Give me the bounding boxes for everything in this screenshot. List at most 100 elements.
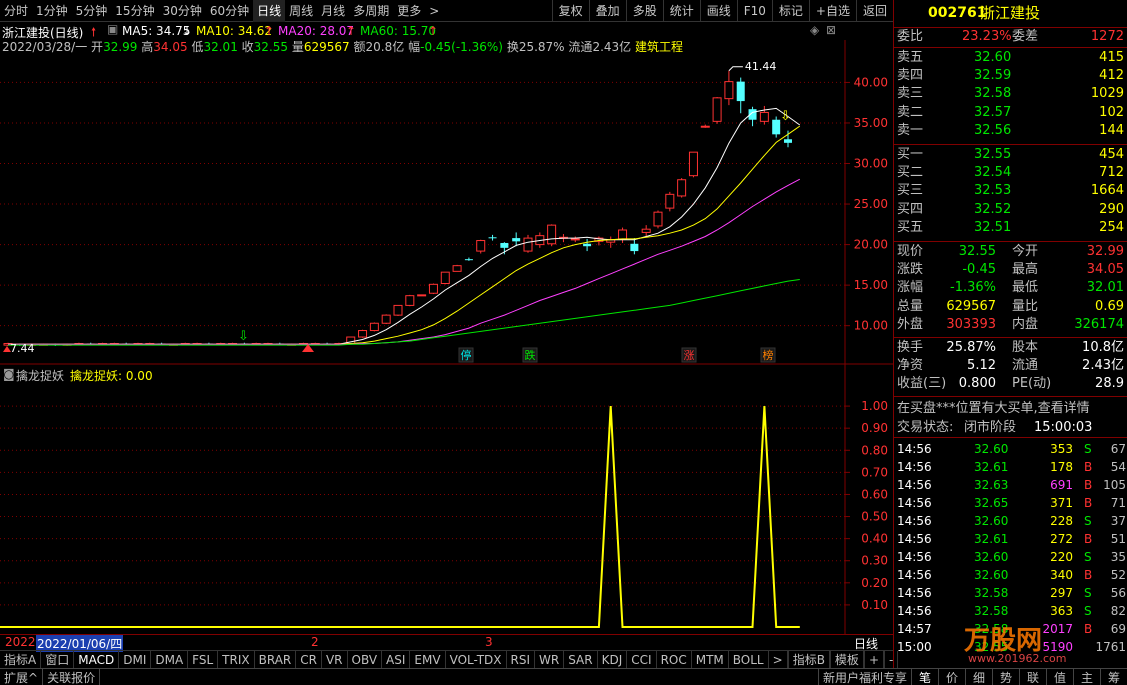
candle[interactable] <box>440 271 450 285</box>
event-marker[interactable]: 榜 <box>760 347 776 363</box>
indicator-tab-12[interactable]: EMV <box>410 650 446 669</box>
more-arrow-icon[interactable]: > <box>425 0 443 22</box>
toolbar-button-4[interactable]: 画线 <box>699 0 737 22</box>
indicator-right-1[interactable]: 模板 <box>829 650 864 669</box>
toolbar-button-0[interactable]: 复权 <box>551 0 589 22</box>
candle[interactable] <box>724 70 734 106</box>
indicator-tab-19[interactable]: ROC <box>657 650 692 669</box>
panel-tab-1[interactable]: 价 <box>938 668 965 685</box>
period-tab-0[interactable]: 分时 <box>0 0 32 22</box>
candle[interactable] <box>476 239 486 254</box>
panel-tab-3[interactable]: 势 <box>992 668 1019 685</box>
candle[interactable] <box>772 116 781 138</box>
candle[interactable] <box>464 257 473 261</box>
candle[interactable] <box>428 283 438 295</box>
indicator-tab-3[interactable]: DMI <box>119 650 152 669</box>
indicator-tab-21[interactable]: BOLL <box>729 650 769 669</box>
period-tab-9[interactable]: 多周期 <box>349 0 393 22</box>
period-tab-2[interactable]: 5分钟 <box>72 0 112 22</box>
candle[interactable] <box>653 210 663 229</box>
candle[interactable] <box>547 224 557 247</box>
candle[interactable] <box>452 264 462 272</box>
candle[interactable] <box>665 191 675 212</box>
expand-button[interactable]: 扩展^ <box>0 668 44 685</box>
candle[interactable] <box>688 151 698 178</box>
indicator-tab-9[interactable]: VR <box>322 650 348 669</box>
period-tab-8[interactable]: 月线 <box>317 0 349 22</box>
candle[interactable] <box>488 234 497 241</box>
candle[interactable] <box>570 236 580 243</box>
indicator-tab-16[interactable]: SAR <box>564 650 598 669</box>
candle[interactable] <box>736 77 745 114</box>
indicator-tab-13[interactable]: VOL-TDX <box>446 650 507 669</box>
candle[interactable] <box>500 242 509 255</box>
toolbar-button-1[interactable]: 叠加 <box>588 0 626 22</box>
candle[interactable] <box>606 236 616 248</box>
panel-tab-2[interactable]: 细 <box>965 668 992 685</box>
panel-tab-6[interactable]: 主 <box>1073 668 1100 685</box>
period-tab-4[interactable]: 30分钟 <box>159 0 206 22</box>
indicator-tab-18[interactable]: CCI <box>627 650 657 669</box>
panel-tab-5[interactable]: 值 <box>1046 668 1073 685</box>
collapse-icon[interactable]: ◈ <box>810 23 819 37</box>
notice-link[interactable]: 在买盘***位置有大买单,查看详情 <box>897 400 1090 418</box>
period-tab-10[interactable]: 更多 <box>393 0 425 22</box>
toolbar-button-7[interactable]: +自选 <box>808 0 856 22</box>
indicator-name[interactable]: 擒龙捉妖 <box>16 367 64 384</box>
event-marker[interactable]: 跌 <box>522 347 538 363</box>
indicator-tab-5[interactable]: FSL <box>188 650 219 669</box>
indicator-tab-14[interactable]: RSI <box>507 650 536 669</box>
toolbar-button-8[interactable]: 返回 <box>855 0 893 22</box>
indicator-tab-4[interactable]: DMA <box>151 650 189 669</box>
stock-code[interactable]: 002761 <box>928 4 986 22</box>
candle[interactable] <box>784 130 792 148</box>
candle[interactable] <box>417 294 427 297</box>
period-tab-6[interactable]: 日线 <box>253 0 286 22</box>
event-marker[interactable]: 停 <box>458 347 474 363</box>
candle[interactable] <box>369 322 379 332</box>
candle[interactable] <box>393 304 403 316</box>
candle[interactable] <box>677 178 687 198</box>
candle[interactable] <box>700 124 710 128</box>
toolbar-button-3[interactable]: 统计 <box>662 0 700 22</box>
kline-chart[interactable]: 40.00 35.00 30.00 25.00 20.00 15.00 10.00 41.44… <box>0 40 893 634</box>
stock-name[interactable]: 浙江建投 <box>980 4 1040 22</box>
close-icon[interactable]: ⊠ <box>826 23 836 37</box>
candle[interactable] <box>759 105 769 125</box>
indicator-tab-6[interactable]: TRIX <box>218 650 255 669</box>
candle[interactable] <box>523 234 533 253</box>
indicator-tab-20[interactable]: MTM <box>692 650 729 669</box>
toolbar-button-2[interactable]: 多股 <box>625 0 663 22</box>
indicator-tab-10[interactable]: OBV <box>348 650 383 669</box>
period-tab-1[interactable]: 1分钟 <box>32 0 72 22</box>
indicator-tab-15[interactable]: WR <box>535 650 565 669</box>
indicator-tab-11[interactable]: ASI <box>382 650 411 669</box>
indicator-tab-7[interactable]: BRAR <box>255 650 297 669</box>
panel-tab-7[interactable]: 筹 <box>1100 668 1127 685</box>
period-tab-7[interactable]: 周线 <box>285 0 317 22</box>
indicator-tab-8[interactable]: CR <box>296 650 322 669</box>
panel-tab-4[interactable]: 联 <box>1019 668 1046 685</box>
candle[interactable] <box>381 314 391 325</box>
toolbar-button-5[interactable]: F10 <box>736 0 772 22</box>
period-tab-5[interactable]: 60分钟 <box>206 0 253 22</box>
candle[interactable] <box>405 294 415 307</box>
toolbar-button-6[interactable]: 标记 <box>771 0 809 22</box>
settings-icon[interactable]: ▣ <box>107 22 118 36</box>
candle[interactable] <box>358 329 368 338</box>
panel-tab-0[interactable]: 笔 <box>911 668 938 685</box>
indicator-tab-0[interactable]: 指标A <box>0 650 42 669</box>
candle[interactable] <box>630 238 639 255</box>
news-link[interactable]: 新用户福利专享 <box>817 668 911 685</box>
candle[interactable] <box>618 227 628 243</box>
indicator-tab-17[interactable]: KDJ <box>598 650 628 669</box>
related-quote-button[interactable]: 关联报价 <box>43 668 101 685</box>
indicator-tab-1[interactable]: 窗口 <box>41 650 75 669</box>
candle[interactable] <box>712 97 722 124</box>
candle[interactable] <box>641 225 651 237</box>
event-marker[interactable]: 涨 <box>681 347 697 363</box>
period-tab-3[interactable]: 15分钟 <box>111 0 158 22</box>
indicator-tab-2[interactable]: MACD <box>74 650 120 669</box>
indicator-settings-icon[interactable]: ◙ <box>3 367 15 381</box>
indicator-right-0[interactable]: 指标B <box>787 650 830 669</box>
